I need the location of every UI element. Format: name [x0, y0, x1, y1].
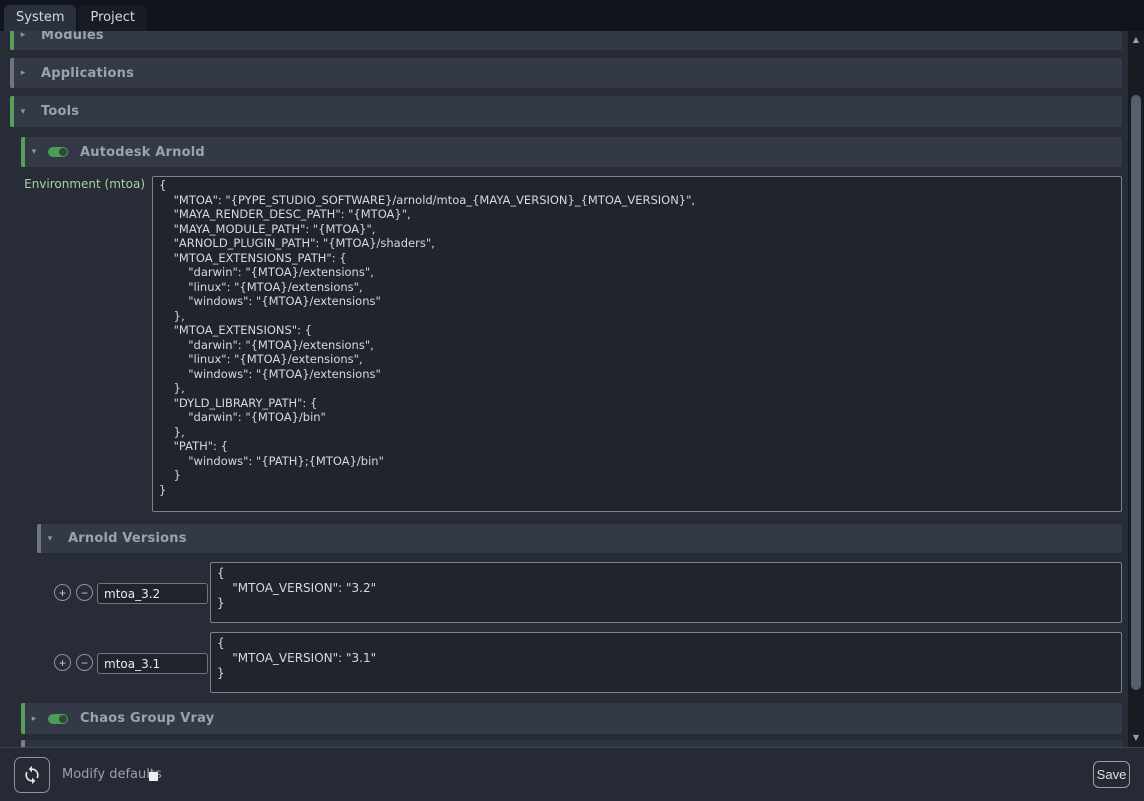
section-chaos-group-vray[interactable]: ▸ Chaos Group Vray — [21, 703, 1122, 734]
section-arnold-versions-label: Arnold Versions — [68, 531, 187, 546]
environment-mtoa-json-field[interactable]: { "MTOA": "{PYPE_STUDIO_SOFTWARE}/arnold… — [152, 176, 1122, 512]
section-modules-label: Modules — [41, 31, 104, 43]
tab-system[interactable]: System — [4, 5, 76, 31]
section-tools-label: Tools — [41, 104, 79, 119]
settings-window: System Project ▸ Modules ▸ Applications … — [0, 0, 1144, 801]
toggle-knob-icon — [59, 148, 67, 156]
section-arnold-versions[interactable]: ▾ Arnold Versions — [37, 524, 1122, 553]
chevron-down-icon: ▾ — [44, 534, 56, 544]
chevron-down-icon: ▾ — [17, 107, 29, 117]
remove-version-button[interactable]: − — [76, 654, 93, 671]
add-version-button[interactable]: + — [54, 584, 71, 601]
refresh-button[interactable] — [14, 757, 50, 793]
chevron-right-icon: ▸ — [17, 68, 29, 78]
version-env-json-field[interactable]: { "MTOA_VERSION": "3.2" } — [210, 562, 1122, 623]
footer-bar: Modify defaults Save — [0, 747, 1144, 801]
modify-defaults-checkbox[interactable] — [149, 772, 158, 781]
save-button[interactable]: Save — [1093, 761, 1130, 788]
section-modules[interactable]: ▸ Modules — [10, 31, 1122, 50]
tab-project[interactable]: Project — [78, 5, 146, 31]
vertical-scrollbar[interactable]: ▲ ▼ — [1128, 31, 1144, 747]
version-env-json-field[interactable]: { "MTOA_VERSION": "3.1" } — [210, 632, 1122, 693]
section-autodesk-arnold[interactable]: ▾ Autodesk Arnold — [21, 137, 1122, 167]
section-chaos-group-vray-label: Chaos Group Vray — [80, 711, 214, 726]
environment-mtoa-label: Environment (mtoa) — [0, 177, 145, 191]
chevron-down-icon: ▾ — [28, 147, 40, 157]
vray-enabled-toggle[interactable] — [48, 714, 68, 724]
section-autodesk-arnold-label: Autodesk Arnold — [80, 145, 205, 160]
chevron-right-icon: ▸ — [17, 31, 29, 40]
scroll-down-icon[interactable]: ▼ — [1128, 731, 1144, 745]
toggle-knob-icon — [59, 715, 67, 723]
remove-version-button[interactable]: − — [76, 584, 93, 601]
scroll-up-icon[interactable]: ▲ — [1128, 33, 1144, 47]
version-key-input[interactable] — [97, 583, 208, 604]
partial-next-section — [21, 740, 1122, 747]
tab-bar: System Project — [0, 0, 1144, 31]
scrollbar-thumb[interactable] — [1131, 95, 1141, 690]
add-version-button[interactable]: + — [54, 654, 71, 671]
chevron-right-icon: ▸ — [28, 714, 40, 724]
section-applications-label: Applications — [41, 66, 134, 81]
arnold-enabled-toggle[interactable] — [48, 147, 68, 157]
section-tools[interactable]: ▾ Tools — [10, 96, 1122, 127]
refresh-icon — [22, 765, 42, 785]
modify-defaults-label: Modify defaults — [62, 748, 162, 801]
section-applications[interactable]: ▸ Applications — [10, 58, 1122, 88]
version-key-input[interactable] — [97, 653, 208, 674]
settings-scroll-area: ▸ Modules ▸ Applications ▾ Tools ▾ Autod… — [0, 31, 1128, 747]
